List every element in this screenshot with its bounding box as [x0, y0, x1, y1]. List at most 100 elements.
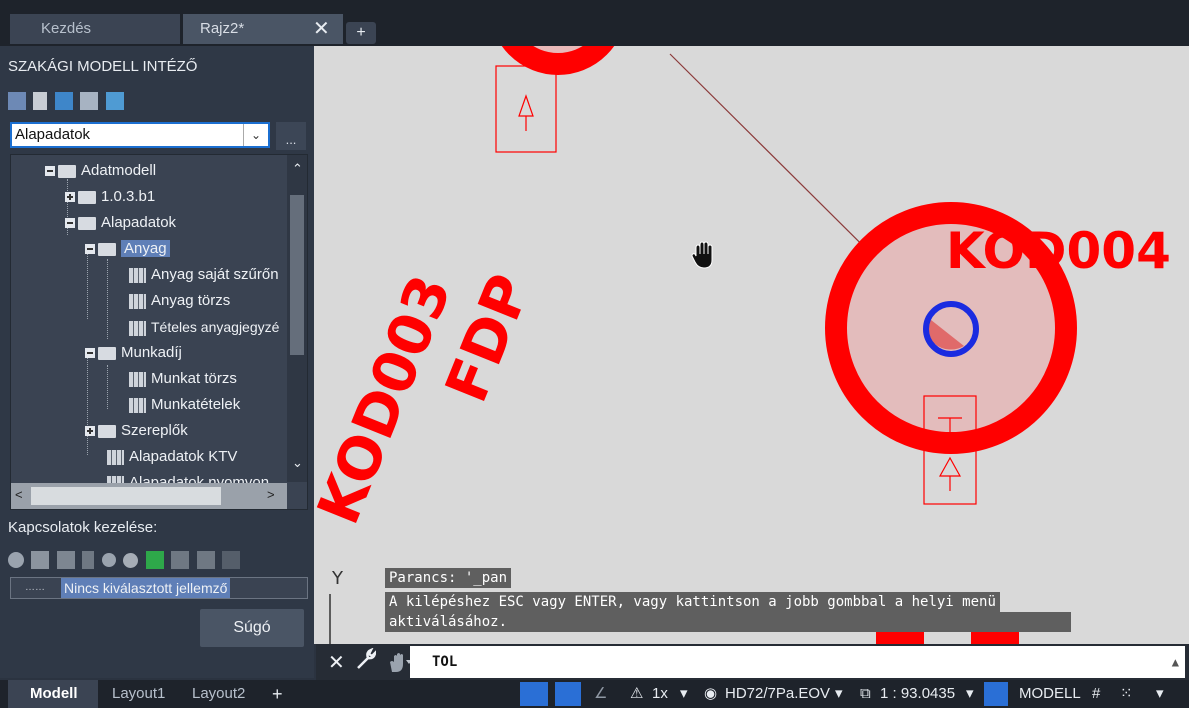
- command-history-line: Parancs: '_pan: [385, 568, 512, 588]
- model-tree: Adatmodell 1.0.3.b1 Alapadatok Anyag Any…: [10, 154, 308, 510]
- relations-empty-label[interactable]: Nincs kiválasztott jellemző: [61, 578, 231, 598]
- scroll-up-icon[interactable]: ⌃: [292, 161, 303, 177]
- command-history-up-icon[interactable]: ▲: [1172, 646, 1179, 678]
- polar-icon[interactable]: ∠: [594, 680, 607, 708]
- database-icon[interactable]: [105, 92, 124, 110]
- tab-home[interactable]: Kezdés: [10, 14, 180, 44]
- command-history: Parancs: '_pan A kilépéshez ESC vagy ENT…: [385, 568, 1071, 632]
- ucs-y-label: Y: [331, 568, 344, 589]
- link-check-icon[interactable]: [54, 92, 73, 110]
- add-layout-button[interactable]: +: [272, 680, 283, 708]
- tree-node-anyag-torzs[interactable]: Anyag törzs: [129, 289, 230, 313]
- scale-dropdown-icon[interactable]: ▾: [680, 680, 688, 708]
- tree-node-teteles[interactable]: Tételes anyagjegyzé: [129, 315, 279, 339]
- scroll-left-icon[interactable]: <: [15, 487, 23, 502]
- folder-icon: [98, 424, 116, 438]
- relations-toolbar: [8, 551, 243, 571]
- table-icon: [129, 397, 146, 413]
- annoscale-icon[interactable]: ⧉: [860, 680, 871, 708]
- collapse-icon[interactable]: [85, 244, 95, 255]
- grid-check-icon[interactable]: [80, 92, 99, 110]
- tree-node-anyag[interactable]: Anyag: [85, 237, 170, 261]
- scroll-thumb[interactable]: [31, 487, 221, 505]
- tree-node-munkatetelek[interactable]: Munkatételek: [129, 393, 240, 417]
- coordinate-system-label[interactable]: HD72/7Pa.EOV: [725, 680, 830, 708]
- collapse-icon[interactable]: [65, 218, 75, 229]
- dataset-select-value: Alapadatok: [15, 126, 91, 143]
- annoscale-dropdown-icon[interactable]: ▾: [966, 680, 974, 708]
- snap-dropdown-icon[interactable]: ▾: [1156, 680, 1164, 708]
- scroll-thumb[interactable]: [290, 195, 304, 355]
- relations-placeholder: ……: [25, 582, 45, 593]
- tree-node-munkadij[interactable]: Munkadíj: [85, 341, 182, 365]
- table-icon: [129, 293, 146, 309]
- tab-layout2[interactable]: Layout2: [180, 680, 270, 708]
- tree-node-munkat-torzs[interactable]: Munkat törzs: [129, 367, 237, 391]
- browse-button[interactable]: ...: [276, 122, 306, 150]
- scale-value[interactable]: 1x: [652, 680, 668, 708]
- tab-layout1[interactable]: Layout1: [100, 680, 180, 708]
- annotation-scale-label[interactable]: 1 : 93.0435: [880, 680, 955, 708]
- tree-node-anyag-szuro[interactable]: Anyag saját szűrőn: [129, 263, 279, 287]
- table-icon: [129, 267, 146, 283]
- unlink-icon[interactable]: [196, 551, 215, 569]
- wave-icon[interactable]: [222, 551, 241, 569]
- tree-node-label: Munkat törzs: [151, 370, 237, 387]
- drawing-canvas[interactable]: KOD004 KOD003 FDP Y: [314, 46, 1189, 644]
- grid-icon[interactable]: #: [1092, 680, 1100, 708]
- tree-node-version[interactable]: 1.0.3.b1: [65, 185, 155, 209]
- expand-icon[interactable]: [85, 426, 95, 437]
- database-settings-icon[interactable]: [8, 92, 26, 110]
- layers-icon[interactable]: [56, 551, 75, 569]
- annotation-scale-icon[interactable]: ⚠: [630, 680, 643, 708]
- green-object-icon[interactable]: [145, 551, 164, 569]
- tab-model[interactable]: Modell: [8, 680, 98, 708]
- ortho-icon[interactable]: [555, 682, 581, 706]
- help-button[interactable]: Súgó: [200, 609, 304, 647]
- command-history-line: A kilépéshez ESC vagy ENTER, vagy kattin…: [385, 592, 1000, 612]
- pointer-icon[interactable]: [82, 551, 95, 569]
- palette-title: SZAKÁGI MODELL INTÉZŐ: [8, 58, 198, 75]
- dataset-select[interactable]: Alapadatok ⌄: [10, 122, 270, 148]
- table-icon: [129, 371, 146, 387]
- folder-icon: [98, 346, 116, 360]
- tree-node-alapadatok[interactable]: Alapadatok: [65, 211, 176, 235]
- tree-node-label: Munkatételek: [151, 396, 241, 413]
- info-icon[interactable]: [8, 552, 24, 568]
- model-space-toggle[interactable]: MODELL: [1019, 680, 1081, 708]
- tree-node-label: Alapadatok: [101, 214, 177, 231]
- folder-icon: [58, 164, 76, 178]
- snap-grid-icon[interactable]: ⁙: [1120, 680, 1133, 708]
- lock-icon[interactable]: [984, 682, 1008, 706]
- close-tab-icon[interactable]: ✕: [313, 14, 330, 44]
- tree-node-ktv[interactable]: Alapadatok KTV: [107, 445, 237, 469]
- pan-hand-icon: [691, 241, 713, 269]
- expand-icon[interactable]: [65, 192, 75, 203]
- tree-node-label: Tételes anyagjegyzé: [151, 319, 280, 335]
- collapse-icon[interactable]: [45, 166, 55, 177]
- close-command-icon[interactable]: ✕: [328, 650, 345, 675]
- arrow-select-icon[interactable]: [33, 92, 48, 110]
- coordsys-dropdown-icon[interactable]: ▾: [835, 680, 843, 708]
- hand-icon[interactable]: [388, 652, 412, 674]
- snap-arrows-icon[interactable]: [520, 682, 548, 706]
- tree-node-label: Munkadíj: [121, 344, 182, 361]
- tree-node-szereplok[interactable]: Szereplők: [85, 419, 188, 443]
- command-input[interactable]: TOL ▲: [410, 646, 1185, 678]
- lightning-icon[interactable]: [123, 552, 139, 568]
- globe-icon[interactable]: ◉: [704, 680, 717, 708]
- customize-wrench-icon[interactable]: [356, 647, 377, 670]
- collapse-icon[interactable]: [85, 348, 95, 359]
- tree-vertical-scrollbar[interactable]: ⌃ ⌄: [287, 155, 307, 482]
- scroll-right-icon[interactable]: >: [267, 487, 275, 502]
- chevron-down-icon[interactable]: ⌄: [243, 124, 268, 146]
- tree-horizontal-scrollbar[interactable]: < >: [11, 483, 287, 509]
- tree-node-adatmodell[interactable]: Adatmodell: [45, 159, 156, 183]
- scroll-down-icon[interactable]: ⌄: [292, 455, 303, 471]
- link-icon[interactable]: [171, 551, 190, 569]
- new-tab-button[interactable]: +: [346, 22, 376, 44]
- zoom-icon[interactable]: [101, 553, 116, 567]
- folder-icon: [78, 216, 96, 230]
- cube-icon[interactable]: [31, 551, 50, 569]
- tree-node-label: Anyag saját szűrőn: [151, 266, 279, 283]
